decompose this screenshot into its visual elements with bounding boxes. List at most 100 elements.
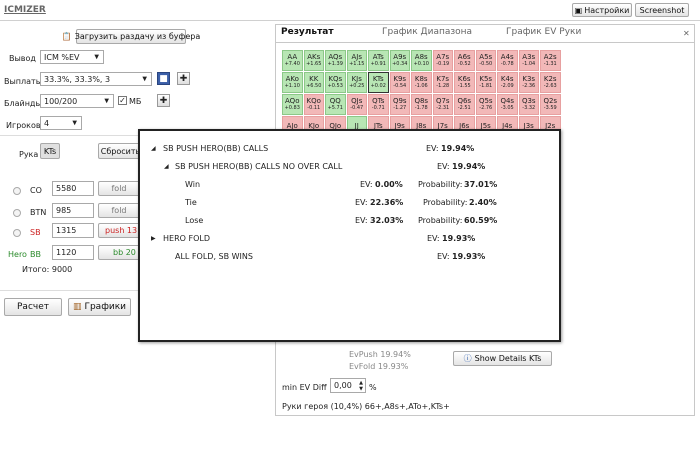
hand-cell-q9s[interactable]: Q9s -1.27 — [389, 94, 410, 115]
hand-name: A2s — [543, 53, 557, 61]
hand-ev: -2.36 — [522, 83, 536, 89]
hand-name: K9s — [393, 75, 407, 83]
hand-cell-aks[interactable]: AKs +1.65 — [303, 50, 324, 71]
screenshot-button[interactable]: Screenshot — [635, 3, 689, 17]
collapse-icon[interactable]: ◢ — [164, 163, 169, 170]
lose-label: Lose — [185, 216, 204, 225]
hand-cell-ako[interactable]: AKo +1.10 — [282, 72, 303, 93]
blinds-select[interactable]: 100/200 ▼ — [40, 94, 114, 108]
players-select[interactable]: 4 ▼ — [40, 116, 82, 130]
hand-cell-qts[interactable]: QTs -0.71 — [368, 94, 389, 115]
hand-cell-q4s[interactable]: Q4s -3.05 — [497, 94, 518, 115]
radio-sb[interactable] — [13, 229, 21, 237]
mb-checkbox[interactable]: ✓ — [118, 96, 127, 105]
hand-ev: -1.06 — [414, 83, 428, 89]
hand-ev: +0.10 — [413, 61, 429, 67]
settings-button[interactable]: ▣ Настройки — [572, 3, 632, 17]
hand-ev: -1.04 — [522, 61, 536, 67]
show-details-button[interactable]: ⓘ Show Details KTs — [453, 351, 552, 366]
radio-btn[interactable] — [13, 209, 21, 217]
hand-ev: -2.31 — [436, 105, 450, 111]
hero-fold-ev-label: EV: — [427, 234, 440, 243]
lose-prob: 60.59% — [464, 216, 498, 225]
hand-cell-q5s[interactable]: Q5s -2.76 — [475, 94, 496, 115]
hand-ev: -0.54 — [393, 83, 407, 89]
stack-sb[interactable]: 1315 — [52, 223, 94, 238]
hand-ev: -1.27 — [393, 105, 407, 111]
payouts-select[interactable]: 33.3%, 33.3%, 3 ▼ — [40, 72, 152, 86]
hand-cell-kjs[interactable]: KJs +0.25 — [346, 72, 367, 93]
hero-hands-text: Руки героя (10,4%) 66+,A8s+,ATo+,KTs+ — [282, 402, 450, 411]
hand-cell-kk[interactable]: KK +6.50 — [303, 72, 324, 93]
output-select[interactable]: ICM %EV ▼ — [40, 50, 104, 64]
action-sb[interactable]: push 13 — [98, 223, 140, 238]
hand-cell-a6s[interactable]: A6s -0.52 — [454, 50, 475, 71]
hand-cell-kqs[interactable]: KQs +0.53 — [325, 72, 346, 93]
hand-value-button[interactable]: KTs — [40, 143, 60, 159]
reset-button[interactable]: Сбросить — [98, 143, 143, 159]
hand-ev: -0.11 — [307, 105, 321, 111]
hand-cell-a4s[interactable]: A4s -0.78 — [497, 50, 518, 71]
hand-cell-k5s[interactable]: K5s -1.81 — [475, 72, 496, 93]
add-payout-icon[interactable]: ✚ — [177, 72, 190, 85]
hand-cell-a3s[interactable]: A3s -1.04 — [518, 50, 539, 71]
hand-cell-aqo[interactable]: AQo +0.83 — [282, 94, 303, 115]
hand-cell-a5s[interactable]: A5s -0.50 — [475, 50, 496, 71]
collapse-icon[interactable]: ◢ — [151, 145, 156, 152]
save-icon[interactable]: ■ — [157, 72, 170, 85]
hand-cell-q8s[interactable]: Q8s -1.78 — [411, 94, 432, 115]
stack-btn[interactable]: 985 — [52, 203, 94, 218]
hand-cell-q6s[interactable]: Q6s -2.51 — [454, 94, 475, 115]
add-blinds-icon[interactable]: ✚ — [157, 94, 170, 107]
hand-cell-a8s[interactable]: A8s +0.10 — [411, 50, 432, 71]
hand-cell-qq[interactable]: QQ +5.71 — [325, 94, 346, 115]
hand-cell-k9s[interactable]: K9s -0.54 — [389, 72, 410, 93]
info-icon: ⓘ — [463, 354, 472, 363]
hand-cell-aqs[interactable]: AQs +1.39 — [325, 50, 346, 71]
lose-prob-label: Probability: — [418, 216, 463, 225]
hand-cell-qjs[interactable]: QJs -0.47 — [346, 94, 367, 115]
hand-cell-q7s[interactable]: Q7s -2.31 — [432, 94, 453, 115]
hand-cell-a2s[interactable]: A2s -1.31 — [540, 50, 561, 71]
action-bb[interactable]: bb 20 — [98, 245, 140, 260]
hand-cell-k4s[interactable]: K4s -2.09 — [497, 72, 518, 93]
hand-cell-k8s[interactable]: K8s -1.06 — [411, 72, 432, 93]
hand-name: QQ — [329, 97, 341, 105]
hand-cell-q2s[interactable]: Q2s -3.59 — [540, 94, 561, 115]
tab-hand-ev-chart[interactable]: График EV Руки — [506, 27, 581, 37]
stack-bb[interactable]: 1120 — [52, 245, 94, 260]
chevron-down-icon: ▼ — [94, 53, 99, 61]
stack-co[interactable]: 5580 — [52, 181, 94, 196]
win-ev: 0.00% — [375, 180, 403, 189]
tab-result[interactable]: Результат — [281, 27, 334, 37]
action-co[interactable]: fold — [98, 181, 140, 196]
hand-cell-kqo[interactable]: KQo -0.11 — [303, 94, 324, 115]
close-icon[interactable]: ✕ — [683, 29, 690, 38]
charts-button[interactable]: ▥ Графики — [68, 298, 131, 316]
hand-cell-k7s[interactable]: K7s -1.28 — [432, 72, 453, 93]
expand-icon[interactable]: ▶ — [151, 235, 156, 242]
hand-cell-a9s[interactable]: A9s +0.34 — [389, 50, 410, 71]
sb-push-calls: SB PUSH HERO(BB) CALLS — [163, 144, 269, 153]
hand-cell-k2s[interactable]: K2s -2.63 — [540, 72, 561, 93]
hand-cell-a7s[interactable]: A7s -0.19 — [432, 50, 453, 71]
action-btn[interactable]: fold — [98, 203, 140, 218]
blinds-value: 100/200 — [44, 96, 78, 106]
hand-cell-aa[interactable]: AA +7.40 — [282, 50, 303, 71]
hand-name: A8s — [414, 53, 428, 61]
hand-cell-ajs[interactable]: AJs +1.15 — [346, 50, 367, 71]
radio-co[interactable] — [13, 187, 21, 195]
hand-cell-q3s[interactable]: Q3s -3.32 — [518, 94, 539, 115]
calculate-button[interactable]: Расчет — [4, 298, 62, 316]
hand-name: KJs — [351, 75, 362, 83]
min-ev-input[interactable]: 0,00 ▲ ▼ — [330, 378, 366, 393]
tab-range-chart[interactable]: График Диапазона — [382, 27, 472, 37]
hand-cell-k3s[interactable]: K3s -2.36 — [518, 72, 539, 93]
hand-cell-kts[interactable]: KTs +0.02 — [368, 72, 389, 93]
no-over-call: SB PUSH HERO(BB) CALLS NO OVER CALL — [175, 162, 343, 171]
load-hand-button[interactable]: 📋 Загрузить раздачу из буфера — [62, 29, 200, 44]
stepper-icon[interactable]: ▲ ▼ — [359, 380, 363, 392]
all-fold: ALL FOLD, SB WINS — [175, 252, 253, 261]
hand-cell-ats[interactable]: ATs +0.91 — [368, 50, 389, 71]
hand-cell-k6s[interactable]: K6s -1.55 — [454, 72, 475, 93]
